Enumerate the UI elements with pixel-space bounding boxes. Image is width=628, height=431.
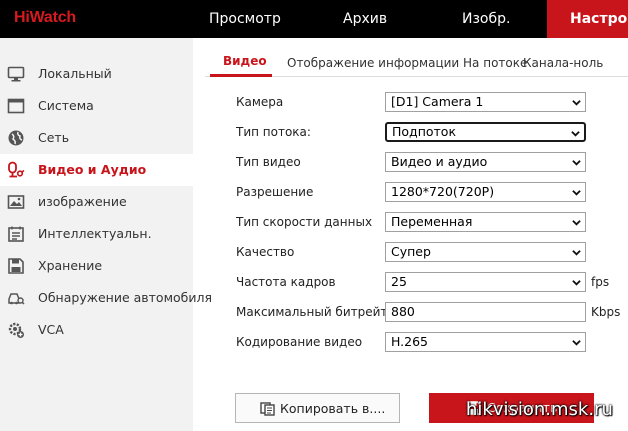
active-tab-indicator xyxy=(210,74,272,77)
max-bitrate-unit: Kbps xyxy=(591,305,621,319)
nav-configuration[interactable]: Настрой xyxy=(547,0,628,38)
top-navigation-bar: HiWatch Просмотр Архив Изобр. Настрой xyxy=(0,0,628,38)
sidebar-item-storage[interactable]: Хранение xyxy=(0,250,193,282)
copy-to-button[interactable]: Копировать в.... xyxy=(235,393,400,423)
chevron-down-icon xyxy=(572,190,581,196)
brand-logo: HiWatch xyxy=(14,9,77,26)
sidebar-item-label: Локальный xyxy=(38,66,112,81)
sidebar-item-image[interactable]: изображение xyxy=(0,186,193,218)
sidebar-item-label: Обнаружение автомобиля xyxy=(38,290,212,305)
resolution-select-value: 1280*720(720P) xyxy=(391,184,495,199)
nav-picture[interactable]: Изобр. xyxy=(462,0,510,38)
sidebar-item-label: Система xyxy=(38,98,94,113)
sidebar-item-system[interactable]: Система xyxy=(0,90,193,122)
microphone-icon xyxy=(8,161,25,178)
video-encoding-select-value: H.265 xyxy=(391,334,429,349)
stream-type-select[interactable]: Подпоток xyxy=(385,122,586,142)
sidebar-item-label: Интеллектуальн. xyxy=(38,226,152,241)
tab-video[interactable]: Видео xyxy=(223,54,267,76)
resolution-select[interactable]: 1280*720(720P) xyxy=(385,182,586,202)
video-encoding-select[interactable]: H.265 xyxy=(385,332,586,352)
sidebar-item-vehicle-detection[interactable]: Обнаружение автомобиля xyxy=(0,282,212,314)
sidebar-item-network[interactable]: Сеть xyxy=(0,122,193,154)
frame-rate-select-value: 25 xyxy=(391,274,407,289)
max-bitrate-input[interactable]: 880 xyxy=(385,302,586,322)
frame-rate-label: Частота кадров xyxy=(236,275,336,289)
sidebar-item-label: Хранение xyxy=(38,258,103,273)
gear-plus-icon xyxy=(8,322,24,338)
resolution-label: Разрешение xyxy=(236,185,314,199)
monitor-icon xyxy=(7,66,25,82)
video-encoding-label: Кодирование видео xyxy=(236,335,363,349)
copy-to-label: Копировать в.... xyxy=(280,401,386,416)
watermark-text: hikvision.msk.ru xyxy=(466,399,613,420)
bitrate-type-select-value: Переменная xyxy=(391,214,473,229)
video-type-label: Тип видео xyxy=(236,155,301,169)
quality-select-value: Супер xyxy=(391,244,431,259)
floppy-disk-icon xyxy=(8,258,24,274)
quality-label: Качество xyxy=(236,245,295,259)
chevron-down-icon xyxy=(572,280,581,286)
car-search-icon xyxy=(8,293,25,305)
tab-osd-on-stream[interactable]: Отображение информации На потоке xyxy=(287,56,527,78)
chevron-down-icon xyxy=(572,250,581,256)
quality-select[interactable]: Супер xyxy=(385,242,586,262)
sidebar-item-label: Видео и Аудио xyxy=(38,162,147,177)
chevron-down-icon xyxy=(571,131,580,137)
system-window-icon xyxy=(7,98,25,114)
sidebar: Локальный Система Сеть Видео и Аудио изо… xyxy=(0,38,212,431)
camera-label: Камера xyxy=(236,95,284,109)
sidebar-item-label: VCA xyxy=(38,322,64,337)
max-bitrate-label: Максимальный битрейт xyxy=(236,305,388,319)
chevron-down-icon xyxy=(572,100,581,106)
stream-type-label: Тип потока: xyxy=(236,125,311,139)
camera-select-value: [D1] Camera 1 xyxy=(391,94,484,109)
frame-rate-select[interactable]: 25 xyxy=(385,272,586,292)
sidebar-item-vca[interactable]: VCA xyxy=(0,314,193,346)
sidebar-item-local[interactable]: Локальный xyxy=(0,58,193,90)
tab-channel-zero[interactable]: Канала-ноль xyxy=(523,56,603,78)
video-type-select-value: Видео и аудио xyxy=(391,154,488,169)
nav-live-view[interactable]: Просмотр xyxy=(209,0,281,38)
chevron-down-icon xyxy=(572,340,581,346)
sidebar-item-video-audio[interactable]: Видео и Аудио xyxy=(0,154,193,186)
sidebar-item-label: изображение xyxy=(38,194,127,209)
nav-playback[interactable]: Архив xyxy=(343,0,387,38)
copy-icon xyxy=(260,402,275,416)
image-icon xyxy=(7,195,25,209)
chevron-down-icon xyxy=(572,220,581,226)
bitrate-type-label: Тип скорости данных xyxy=(236,215,373,229)
globe-icon xyxy=(8,130,24,146)
bitrate-type-select[interactable]: Переменная xyxy=(385,212,586,232)
chevron-down-icon xyxy=(572,160,581,166)
sidebar-item-intelligent[interactable]: Интеллектуальн. xyxy=(0,218,193,250)
sidebar-item-label: Сеть xyxy=(38,130,70,145)
video-type-select[interactable]: Видео и аудио xyxy=(385,152,586,172)
camera-select[interactable]: [D1] Camera 1 xyxy=(385,92,586,112)
max-bitrate-input-value: 880 xyxy=(391,304,415,319)
calendar-list-icon xyxy=(8,226,24,242)
frame-rate-unit: fps xyxy=(591,275,610,289)
stream-type-select-value: Подпоток xyxy=(392,124,456,139)
